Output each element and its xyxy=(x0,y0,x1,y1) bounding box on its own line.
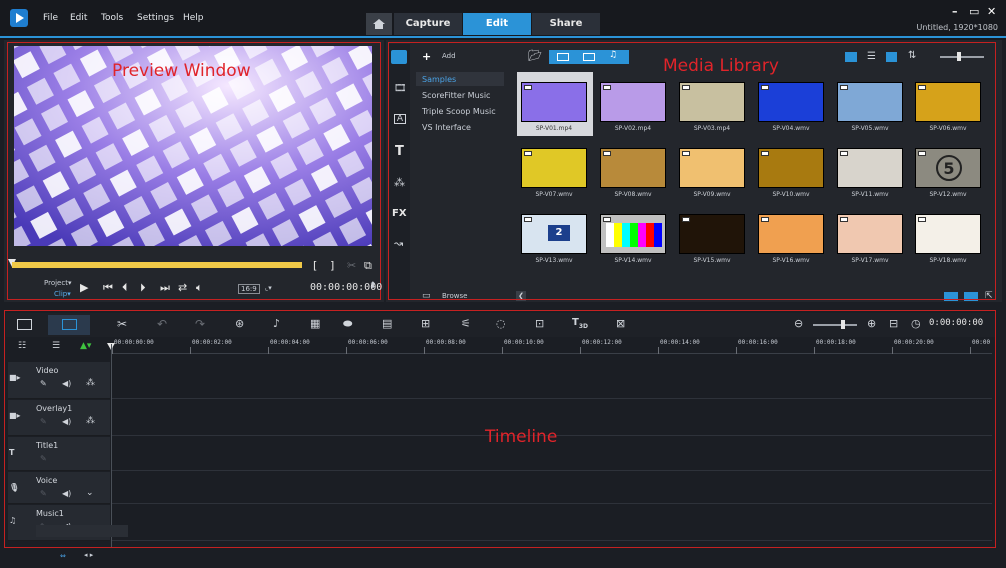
library-annotation-box xyxy=(388,42,996,300)
app-logo-icon xyxy=(10,9,28,27)
home-tab[interactable] xyxy=(366,13,392,35)
volume-icon[interactable]: 🔈︎ xyxy=(196,281,203,295)
enlarge-preview-icon[interactable]: ⧉ xyxy=(364,259,372,273)
tab-underline xyxy=(0,36,1006,38)
menu-help[interactable]: Help xyxy=(183,13,204,23)
menu-settings[interactable]: Settings xyxy=(137,13,174,23)
next-frame-button[interactable]: ⏵ xyxy=(140,281,146,295)
menu-tools[interactable]: Tools xyxy=(101,13,123,23)
end-button[interactable]: ⏭ xyxy=(160,281,170,295)
timeline-annotation-box xyxy=(4,310,996,548)
scrub-bar-fill xyxy=(12,262,302,268)
minimize-button[interactable]: – xyxy=(952,5,958,18)
tab-edit[interactable]: Edit xyxy=(463,13,531,35)
home-button[interactable]: ⏮ xyxy=(103,281,113,295)
menu-edit[interactable]: Edit xyxy=(70,13,87,23)
timecode-spinner[interactable]: ⬍ xyxy=(369,281,377,291)
mark-out-button[interactable]: ] xyxy=(330,259,334,272)
timeline-scroll-arrows[interactable]: ◂ ▸ xyxy=(84,551,93,559)
scrubber-handle[interactable] xyxy=(8,252,16,267)
home-icon xyxy=(373,19,385,29)
timeline-scroll-zoom[interactable]: ⇔ xyxy=(60,552,66,560)
close-button[interactable]: ✕ xyxy=(987,5,996,18)
play-button[interactable]: ▶ xyxy=(80,281,88,294)
menu-file[interactable]: File xyxy=(43,13,58,23)
project-mode-label[interactable]: Project▾ xyxy=(44,279,71,287)
clip-mode-label[interactable]: Clip▾ xyxy=(54,290,71,298)
crop-icon[interactable]: ⌞▾ xyxy=(265,284,272,292)
tab-share[interactable]: Share xyxy=(532,13,600,35)
mark-in-button[interactable]: [ xyxy=(313,259,317,272)
previous-frame-button[interactable]: ⏴ xyxy=(122,281,128,295)
aspect-ratio-select[interactable]: 16:9 xyxy=(238,284,260,294)
tab-capture[interactable]: Capture xyxy=(394,13,462,35)
split-clip-icon[interactable]: ✂ xyxy=(347,259,356,272)
restore-button[interactable]: ▭ xyxy=(969,5,979,18)
repeat-button[interactable]: ⇄ xyxy=(178,281,187,294)
project-title: Untitled, 1920*1080 xyxy=(916,23,998,32)
